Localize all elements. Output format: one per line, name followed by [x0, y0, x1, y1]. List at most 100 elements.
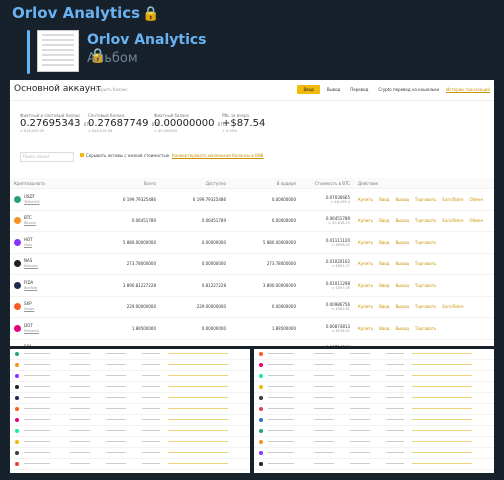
table-row[interactable]: SOLSolana6.247000000.000000006.247000000… [10, 338, 494, 346]
table-row[interactable]: BTC Bitcoin 0.06451789 0.06451789 0.00000000… [10, 209, 494, 232]
mini-cell [70, 375, 90, 376]
mini-cell [268, 397, 294, 398]
balances-section: Фиатный и спотовый баланс 0.27695343 BTC ≈… [10, 101, 494, 149]
action-link[interactable]: Ввод [379, 283, 389, 288]
mini-cell [142, 364, 160, 365]
convert-bnb-link[interactable]: Конвертировать маленькие балансы в BNB [172, 153, 263, 158]
coin-fullname[interactable]: Polkadot [24, 329, 39, 333]
mini-cell [142, 441, 160, 442]
action-link[interactable]: Earn/Store [442, 304, 463, 309]
mini-cell [106, 441, 126, 442]
hide-balance-toggle[interactable]: Скрыть баланс [96, 87, 128, 92]
mini-cell [70, 397, 90, 398]
mini-coin-icon [15, 451, 19, 455]
album-thumbnail-right[interactable] [254, 349, 494, 473]
order-cell: 1.89500000 [230, 317, 300, 339]
deposit-button[interactable]: Ввод [297, 85, 320, 94]
table-row[interactable]: NAS Nebulas 273.78000000 0.00000000 273.7800… [10, 252, 494, 275]
action-link[interactable]: Ввод [379, 304, 389, 309]
coin-fullname[interactable]: Nebulas [24, 264, 38, 268]
column-header: В ордере [276, 180, 296, 186]
transfer-button[interactable]: Перевод [347, 85, 371, 94]
mini-row [254, 404, 494, 415]
mini-cell [268, 375, 294, 376]
action-link[interactable]: Вывод [395, 326, 408, 331]
action-link[interactable]: Earn/Store [442, 218, 463, 223]
action-link[interactable]: Торговать [415, 197, 436, 202]
channel-title[interactable]: Orlov Analytics 🔒 [12, 4, 160, 22]
action-link[interactable]: Купить [358, 240, 373, 245]
action-link[interactable]: Купить [358, 326, 373, 331]
mini-cell [142, 419, 160, 420]
mini-cell [386, 463, 404, 464]
crypto-transfer-button[interactable]: Crypto перевод на кошельки [375, 85, 442, 94]
action-link[interactable]: Ввод [379, 240, 389, 245]
mini-actions [168, 375, 228, 376]
action-link[interactable]: Вывод [395, 218, 408, 223]
reply-title-text: Orlov Analytics [87, 32, 207, 48]
action-link[interactable]: Вывод [395, 283, 408, 288]
mini-actions [168, 353, 228, 354]
action-link[interactable]: Торговать [415, 240, 436, 245]
action-link[interactable]: Купить [358, 197, 373, 202]
action-link[interactable]: Ввод [379, 197, 389, 202]
reply-preview[interactable]: Orlov Analytics🔒 Альбом [27, 30, 217, 74]
action-link[interactable]: Вывод [395, 240, 408, 245]
mini-actions [168, 441, 228, 442]
table-row[interactable]: USDT TetherUS 6 199.79325486 6 199.79325486… [10, 188, 494, 210]
action-link[interactable]: Ввод [379, 261, 389, 266]
order-cell: 6.24700000 [230, 338, 300, 346]
coin-fullname[interactable]: Holo [24, 243, 32, 247]
table-row[interactable]: DOT Polkadot 1.89500000 0.00000000 1.8950000… [10, 317, 494, 339]
coin-fullname[interactable]: TetherUS [24, 200, 40, 204]
mini-cell [386, 353, 404, 354]
coin-fullname[interactable]: Bonfida [24, 286, 37, 290]
action-link[interactable]: Торговать [415, 261, 436, 266]
order-cell: 5 880.00000000 [230, 231, 300, 253]
action-link[interactable]: Ввод [379, 326, 389, 331]
action-link[interactable]: Торговать [415, 304, 436, 309]
action-link[interactable]: Торговать [415, 283, 436, 288]
action-link[interactable]: Вывод [395, 197, 408, 202]
mini-coin-icon [259, 462, 263, 466]
action-link[interactable]: Вывод [395, 261, 408, 266]
hide-small-checkbox[interactable]: Скрывать активы с низкой стоимостью [80, 153, 169, 158]
action-link[interactable]: Earn/Store [442, 197, 463, 202]
action-link[interactable]: Купить [358, 304, 373, 309]
total-cell: 273.78000000 [100, 252, 160, 275]
action-link[interactable]: Купить [358, 283, 373, 288]
channel-name[interactable]: Orlov Analytics [12, 4, 140, 22]
table-row[interactable]: HOT Holo 5 880.00000000 0.00000000 5 880.000… [10, 231, 494, 253]
mini-cell [314, 408, 334, 409]
mini-row [10, 415, 250, 426]
table-row[interactable]: FIDA Bonfida 3 890.81227228 0.81227228 3 890… [10, 274, 494, 296]
mini-cell [106, 397, 126, 398]
coin-fullname[interactable]: Bitcoin [24, 221, 36, 225]
history-link[interactable]: Истории транзакций [446, 87, 490, 92]
coin-cell: BTC Bitcoin [10, 209, 100, 232]
album-thumbnail-left[interactable] [10, 349, 250, 473]
mini-actions [412, 408, 472, 409]
action-link[interactable]: Обмен [469, 218, 483, 223]
action-link[interactable]: Торговать [415, 218, 436, 223]
action-link[interactable]: Торговать [415, 326, 436, 331]
search-input[interactable]: Поиск монет [20, 152, 74, 162]
actions-cell: Купить Ввод Вывод Торговать [354, 231, 494, 253]
action-link[interactable]: Ввод [379, 218, 389, 223]
mini-actions [412, 364, 472, 365]
withdraw-button[interactable]: Вывод [324, 85, 343, 94]
action-link[interactable]: Купить [358, 218, 373, 223]
action-link[interactable]: Вывод [395, 304, 408, 309]
action-link[interactable]: Купить [358, 261, 373, 266]
balance-value: +$87.54 [222, 118, 266, 129]
album-main-image[interactable]: Основной аккаунт Скрыть баланс Ввод Выво… [10, 80, 494, 346]
coin-fullname[interactable]: Swipe [24, 307, 34, 311]
order-cell: 0.00000000 [230, 188, 300, 210]
mini-coin-icon [15, 418, 19, 422]
mini-row [254, 393, 494, 404]
action-link[interactable]: Обмен [469, 197, 483, 202]
mini-cell [70, 408, 90, 409]
table-row[interactable]: SXP Swipe 229.00000000 229.00000000 0.000000… [10, 295, 494, 318]
mini-cell [70, 364, 90, 365]
mini-cell [314, 430, 334, 431]
